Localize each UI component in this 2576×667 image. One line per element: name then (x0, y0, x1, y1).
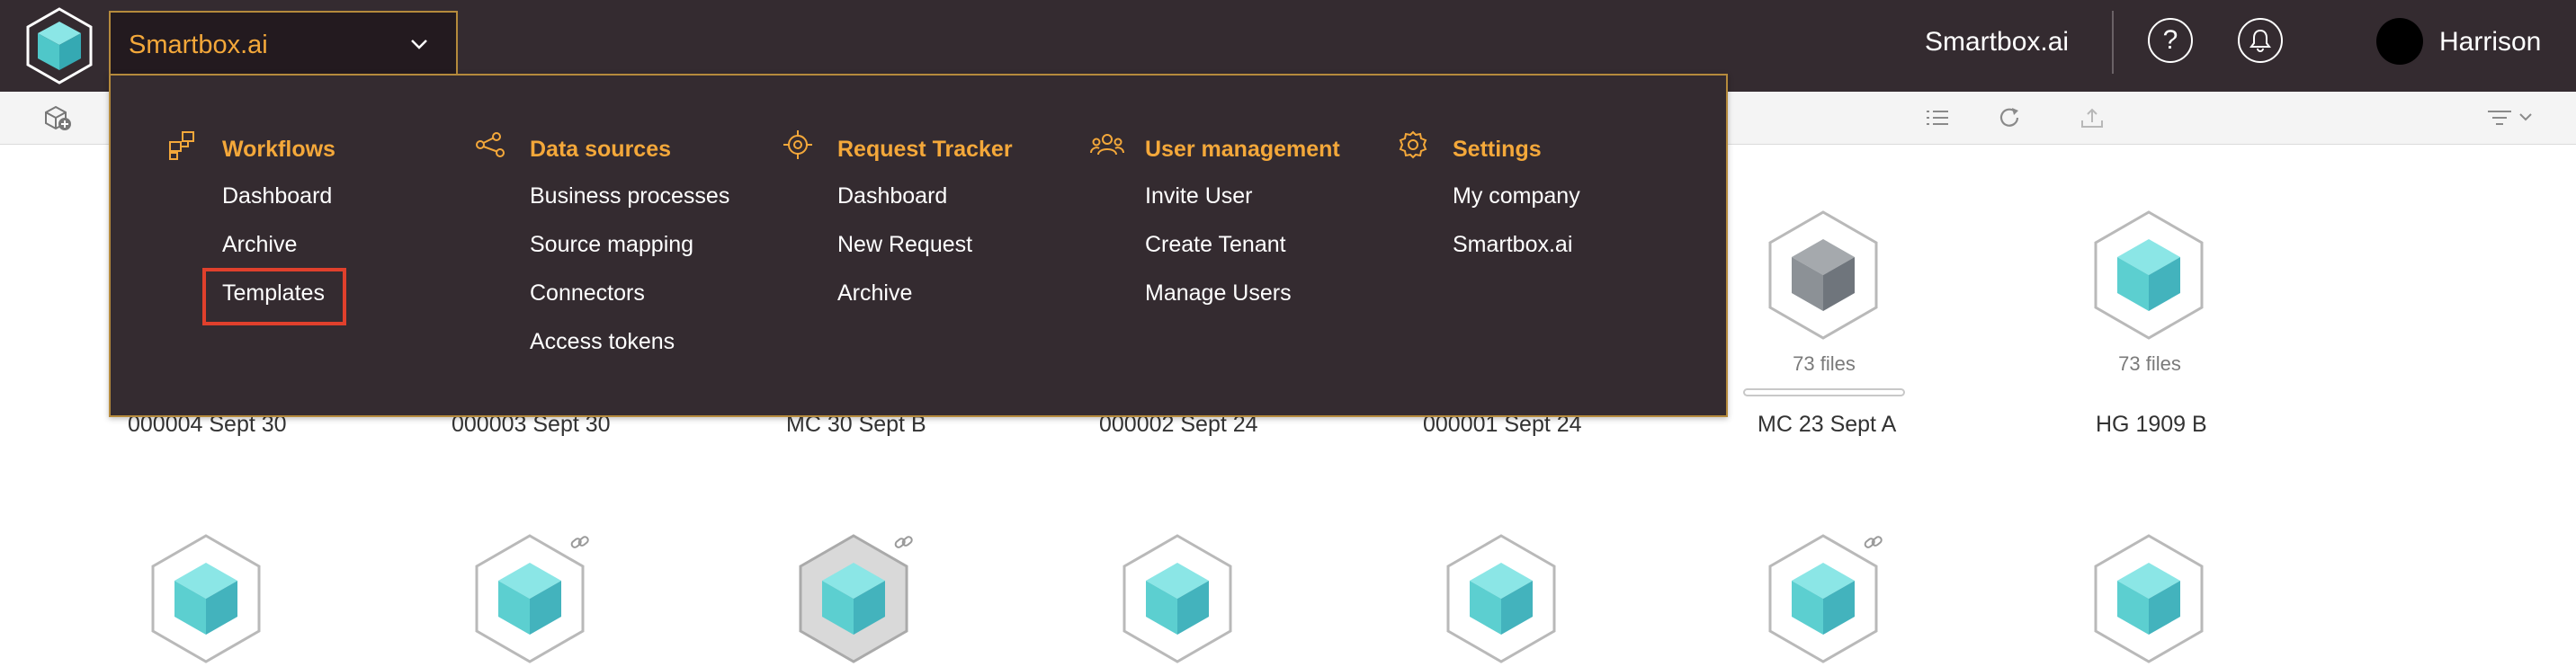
user-name[interactable]: Harrison (2439, 27, 2541, 58)
menu-item-access-tokens[interactable]: Access tokens (530, 329, 675, 355)
brand-title: Smartbox.ai (1925, 27, 2070, 57)
users-icon (1090, 134, 1124, 156)
menu-item-smartbox-settings[interactable]: Smartbox.ai (1453, 232, 1572, 258)
tile-name[interactable]: MC 23 Sept A (1758, 412, 1896, 438)
add-box-icon[interactable] (43, 104, 72, 131)
avatar[interactable] (2376, 18, 2423, 65)
share-nodes-icon (476, 132, 505, 157)
file-count: 73 files (2118, 352, 2181, 375)
chevron-down-icon (411, 40, 427, 49)
menu-item-request-archive[interactable]: Archive (837, 280, 912, 307)
link-icon (894, 536, 913, 548)
list-view-icon[interactable] (1923, 104, 1952, 131)
filter-sort-icon[interactable] (2484, 104, 2538, 131)
menu-item-new-request[interactable]: New Request (837, 232, 972, 258)
folder-cube-icon[interactable] (148, 532, 264, 667)
bell-icon (2250, 29, 2271, 53)
app-logo-icon[interactable] (25, 7, 94, 84)
menu-item-manage-users[interactable]: Manage Users (1145, 280, 1292, 307)
help-button[interactable]: ? (2148, 18, 2193, 63)
app-switcher-dropdown[interactable]: Smartbox.ai (109, 11, 458, 77)
question-icon: ? (2162, 25, 2178, 55)
gear-icon (1399, 130, 1427, 159)
refresh-icon[interactable] (1995, 104, 2024, 131)
folder-cube-icon[interactable] (1765, 209, 1882, 343)
file-count: 73 files (1793, 352, 1856, 375)
menu-item-connectors[interactable]: Connectors (530, 280, 645, 307)
notifications-button[interactable] (2238, 18, 2283, 63)
topbar-divider (2112, 11, 2114, 74)
menu-item-my-company[interactable]: My company (1453, 183, 1580, 209)
menu-item-source-mapping[interactable]: Source mapping (530, 232, 693, 258)
templates-highlight-box (202, 268, 346, 325)
folder-cube-icon[interactable] (1443, 532, 1560, 667)
menu-item-request-dashboard[interactable]: Dashboard (837, 183, 947, 209)
target-icon (783, 130, 812, 159)
link-icon (570, 536, 589, 548)
app-menu-panel: Workflows Dashboard Archive Templates Da… (109, 74, 1728, 417)
menu-item-workflows-dashboard[interactable]: Dashboard (222, 183, 332, 209)
menu-item-create-tenant[interactable]: Create Tenant (1145, 232, 1286, 258)
folder-cube-icon[interactable] (2090, 209, 2207, 343)
menu-item-workflows-archive[interactable]: Archive (222, 232, 297, 258)
link-icon (1864, 536, 1883, 548)
menu-item-business-processes[interactable]: Business processes (530, 183, 729, 209)
tile-name[interactable]: HG 1909 B (2096, 412, 2207, 438)
app-switcher-label: Smartbox.ai (129, 31, 268, 59)
folder-cube-icon[interactable] (1119, 532, 1236, 667)
progress-bar (1743, 388, 1905, 396)
upload-icon[interactable] (2078, 104, 2106, 131)
folder-cube-icon[interactable] (2090, 532, 2207, 667)
workflow-icon (169, 131, 194, 160)
menu-item-invite-user[interactable]: Invite User (1145, 183, 1252, 209)
